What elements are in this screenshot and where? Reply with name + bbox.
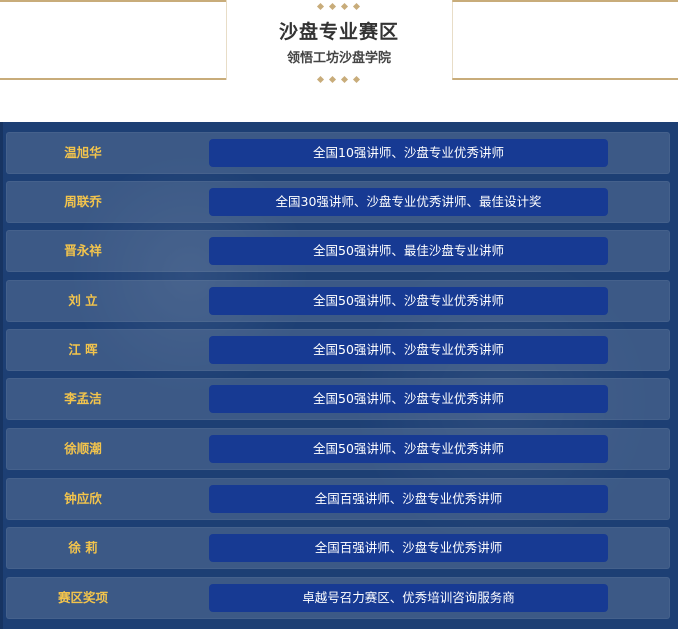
award-row: 刘 立 全国50强讲师、沙盘专业优秀讲师: [6, 280, 670, 322]
winner-name: 徐 莉: [68, 540, 98, 555]
award-row: 晋永祥 全国50强讲师、最佳沙盘专业讲师: [6, 230, 670, 272]
winner-name: 江 晖: [68, 342, 98, 357]
winner-name: 钟应欣: [64, 491, 102, 506]
winner-name: 晋永祥: [64, 243, 102, 258]
decorative-line: [0, 78, 226, 80]
winner-name: 温旭华: [64, 145, 102, 160]
award-text: 卓越号召力赛区、优秀培训咨询服务商: [209, 584, 608, 612]
winner-name: 刘 立: [68, 293, 98, 308]
decorative-dots: [314, 75, 364, 84]
header: 沙盘专业赛区 领悟工坊沙盘学院: [0, 0, 678, 122]
award-text: 全国50强讲师、最佳沙盘专业讲师: [209, 237, 608, 265]
award-row: 李孟洁 全国50强讲师、沙盘专业优秀讲师: [6, 378, 670, 420]
award-text: 全国百强讲师、沙盘专业优秀讲师: [209, 534, 608, 562]
award-text: 全国50强讲师、沙盘专业优秀讲师: [209, 336, 608, 364]
award-row: 江 晖 全国50强讲师、沙盘专业优秀讲师: [6, 329, 670, 371]
panel-edge: [0, 122, 3, 629]
awards-panel: 温旭华 全国10强讲师、沙盘专业优秀讲师 周联乔 全国30强讲师、沙盘专业优秀讲…: [0, 122, 678, 629]
award-text: 全国30强讲师、沙盘专业优秀讲师、最佳设计奖: [209, 188, 608, 216]
winner-name: 李孟洁: [64, 391, 102, 406]
award-row: 徐 莉 全国百强讲师、沙盘专业优秀讲师: [6, 527, 670, 569]
winner-name: 赛区奖项: [57, 590, 108, 605]
award-row: 周联乔 全国30强讲师、沙盘专业优秀讲师、最佳设计奖: [6, 181, 670, 223]
decorative-line: [452, 78, 678, 80]
award-row: 徐顺潮 全国50强讲师、沙盘专业优秀讲师: [6, 428, 670, 470]
winner-name: 徐顺潮: [64, 441, 102, 456]
award-row: 赛区奖项 卓越号召力赛区、优秀培训咨询服务商: [6, 577, 670, 619]
page-subtitle: 领悟工坊沙盘学院: [286, 51, 391, 66]
decorative-dots: [314, 2, 364, 11]
award-row: 钟应欣 全国百强讲师、沙盘专业优秀讲师: [6, 478, 670, 520]
award-text: 全国百强讲师、沙盘专业优秀讲师: [209, 485, 608, 513]
decorative-line: [452, 0, 678, 2]
award-text: 全国50强讲师、沙盘专业优秀讲师: [209, 435, 608, 463]
award-row: 温旭华 全国10强讲师、沙盘专业优秀讲师: [6, 132, 670, 174]
page-title: 沙盘专业赛区: [278, 21, 399, 43]
award-text: 全国50强讲师、沙盘专业优秀讲师: [209, 287, 608, 315]
decorative-line: [0, 0, 226, 2]
award-text: 全国50强讲师、沙盘专业优秀讲师: [209, 385, 608, 413]
award-text: 全国10强讲师、沙盘专业优秀讲师: [209, 139, 608, 167]
winner-name: 周联乔: [64, 194, 102, 209]
